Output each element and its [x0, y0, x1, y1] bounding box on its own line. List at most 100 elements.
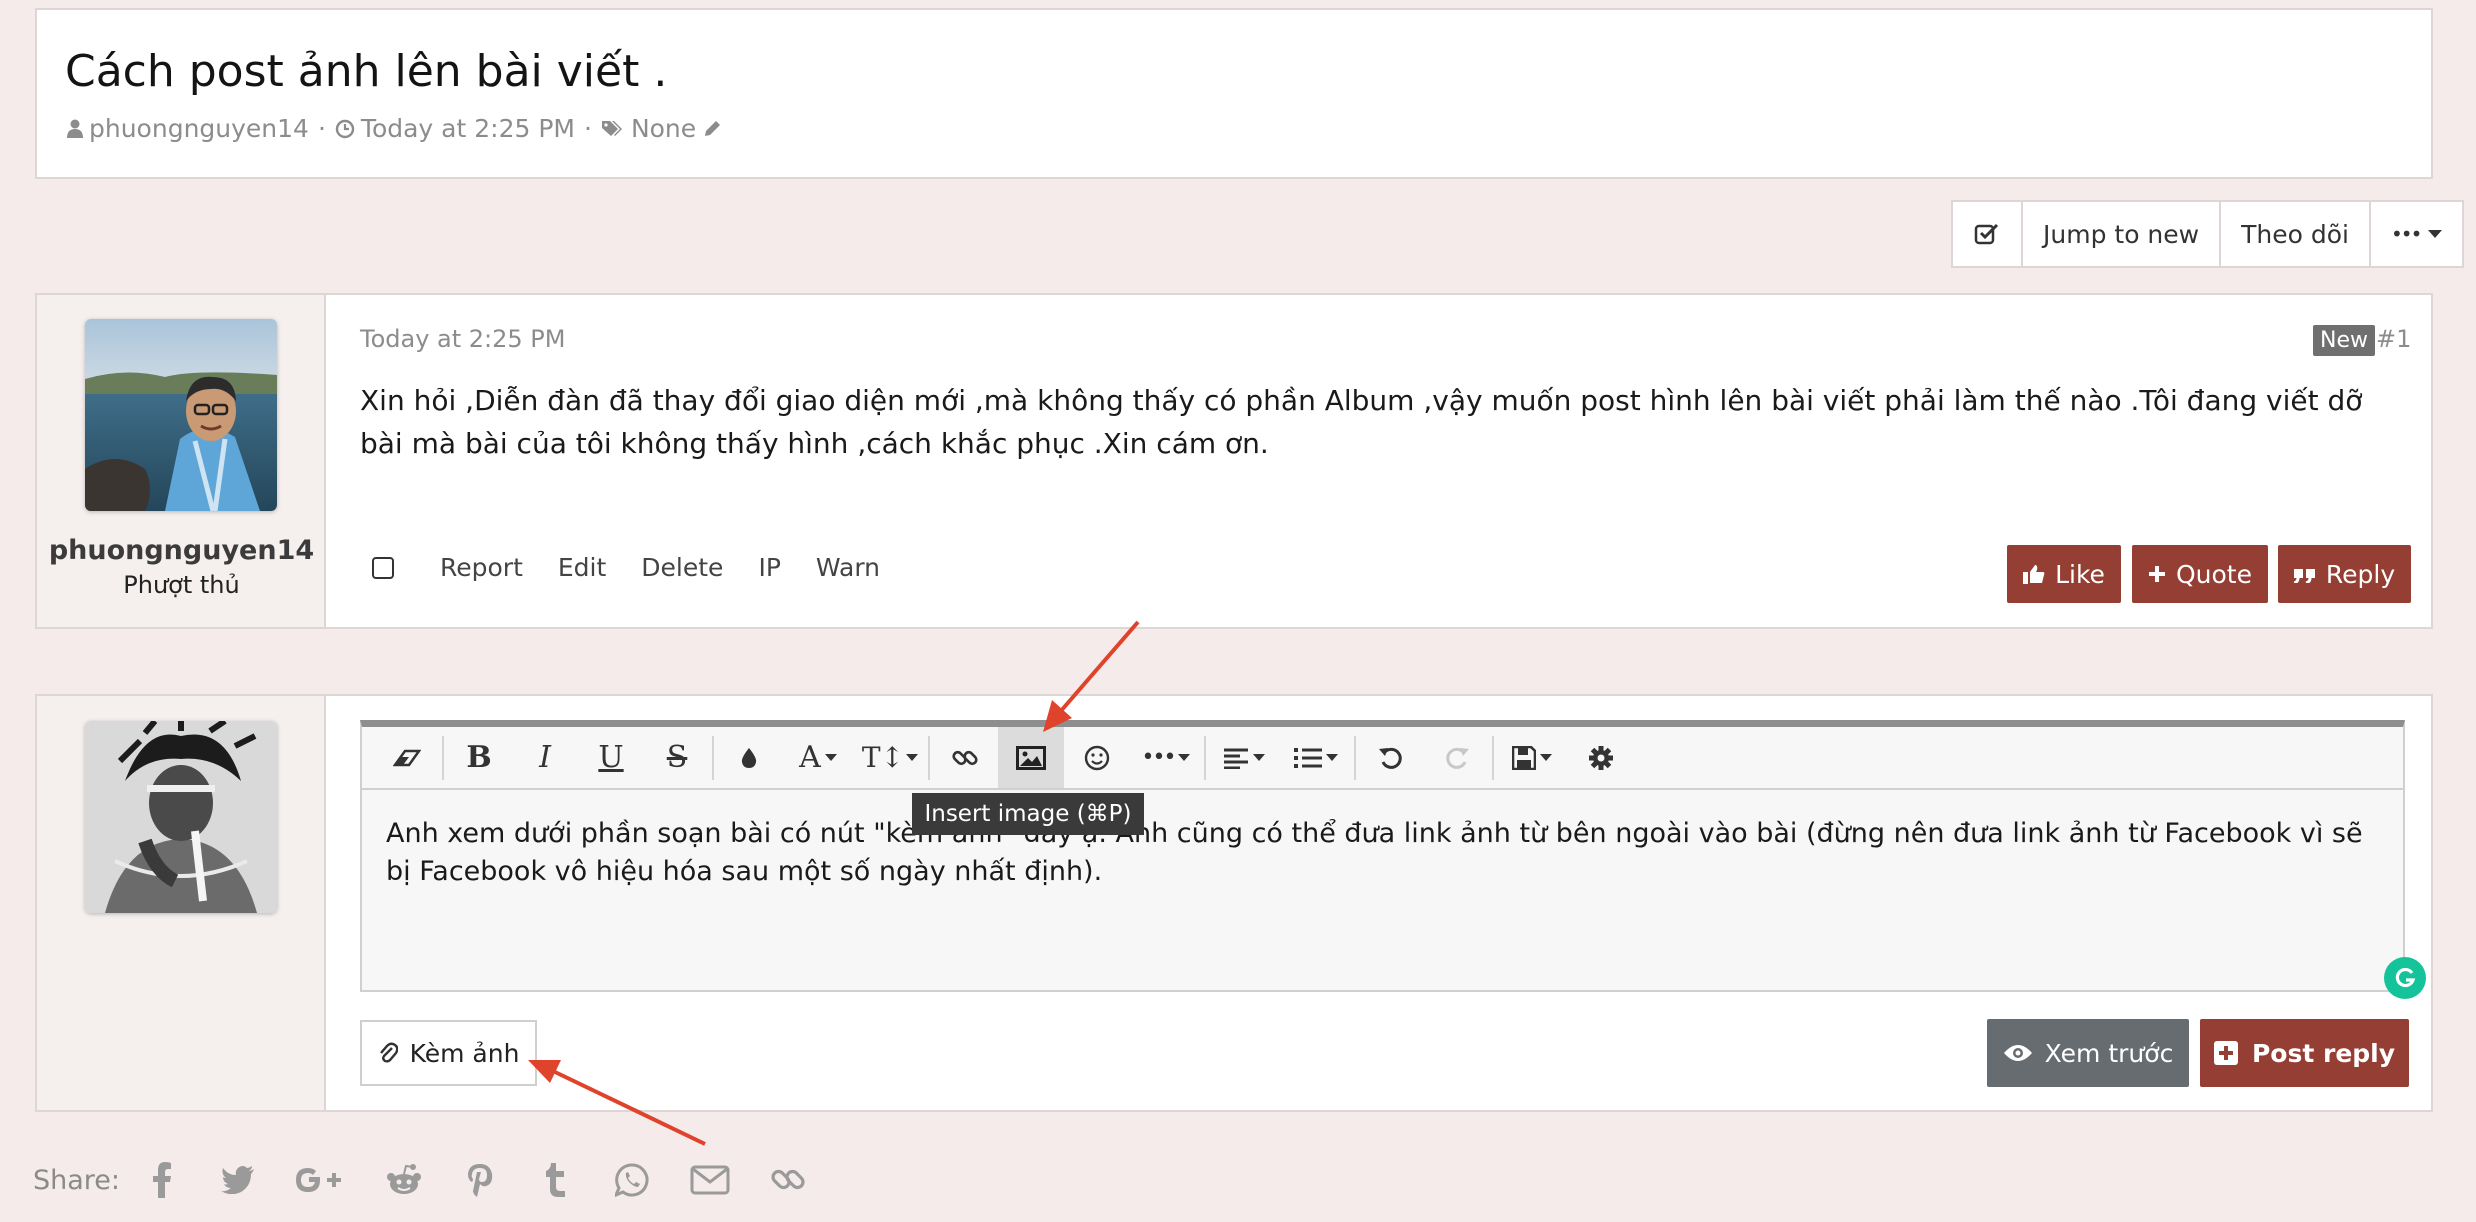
- quick-reply: B I U S A T↕ ••• Anh xem dưới phần soạn …: [35, 694, 2433, 1112]
- insert-link-button[interactable]: [932, 727, 998, 788]
- post-reply-button[interactable]: Post reply: [2200, 1019, 2409, 1087]
- thread-date: Today at 2:25 PM: [335, 114, 575, 143]
- mark-read-button[interactable]: [1953, 202, 2023, 266]
- insert-image-tooltip: Insert image (⌘P): [912, 793, 1144, 835]
- text-color-button[interactable]: [716, 727, 782, 788]
- quote-button[interactable]: Quote: [2132, 545, 2268, 603]
- like-button[interactable]: Like: [2007, 545, 2121, 603]
- underline-icon: U: [598, 740, 624, 775]
- user-title: Phượt thủ: [123, 571, 240, 599]
- gear-icon: [1589, 745, 1613, 770]
- insert-image-button[interactable]: [998, 727, 1064, 788]
- share-bar: Share:: [33, 1162, 846, 1198]
- toolbar-separator: [1492, 735, 1494, 780]
- caret-down-icon: [1178, 753, 1191, 761]
- align-dropdown[interactable]: [1208, 727, 1280, 788]
- reply-user-panel: [37, 696, 326, 1110]
- italic-button[interactable]: I: [512, 727, 578, 788]
- font-family-dropdown[interactable]: A: [782, 727, 854, 788]
- editor-toolbar: B I U S A T↕ •••: [362, 727, 2403, 790]
- plus-icon: [2148, 566, 2165, 582]
- remove-format-button[interactable]: [374, 727, 440, 788]
- whatsapp-icon[interactable]: [614, 1162, 650, 1198]
- more-options-button[interactable]: •••: [2371, 202, 2462, 266]
- insert-smilie-button[interactable]: [1064, 727, 1130, 788]
- username[interactable]: phuongnguyen14: [37, 535, 326, 566]
- thread-tags-text[interactable]: None: [631, 114, 696, 143]
- warn-link[interactable]: Warn: [816, 553, 880, 582]
- quote-icon: [2293, 569, 2315, 583]
- google-plus-icon[interactable]: [296, 1162, 346, 1198]
- toolbar-separator: [442, 735, 444, 780]
- tumblr-icon[interactable]: [538, 1162, 574, 1198]
- grammarly-icon[interactable]: [2384, 957, 2426, 999]
- facebook-icon[interactable]: [144, 1162, 180, 1198]
- caret-down-icon: [906, 753, 919, 761]
- insert-more-dropdown[interactable]: •••: [1130, 727, 1202, 788]
- caret-down-icon: [824, 753, 837, 761]
- post-user-panel: phuongnguyen14 Phượt thủ: [37, 295, 326, 627]
- image-icon: [1016, 745, 1046, 770]
- follow-button[interactable]: Theo dõi: [2221, 202, 2371, 266]
- font-icon: A: [799, 740, 821, 775]
- eye-icon: [2003, 1045, 2032, 1061]
- preview-button[interactable]: Xem trước: [1987, 1019, 2189, 1087]
- caret-down-icon: [1540, 753, 1552, 761]
- toolbar-separator: [712, 735, 714, 780]
- reddit-icon[interactable]: [386, 1162, 422, 1198]
- text-height-icon: T↕: [861, 741, 905, 774]
- drafts-dropdown[interactable]: [1496, 727, 1568, 788]
- thread-toolbar: Jump to new Theo dõi •••: [1951, 200, 2465, 268]
- pencil-icon[interactable]: [702, 119, 722, 139]
- share-label: Share:: [33, 1164, 121, 1196]
- redo-button[interactable]: [1424, 727, 1490, 788]
- align-left-icon: [1224, 748, 1248, 769]
- reply-button[interactable]: Reply: [2278, 545, 2411, 603]
- edit-link[interactable]: Edit: [558, 553, 606, 582]
- paperclip-icon: [379, 1042, 398, 1063]
- link-icon[interactable]: [770, 1162, 806, 1198]
- toolbar-separator: [1204, 735, 1206, 780]
- more-icon: •••: [1141, 745, 1177, 770]
- avatar[interactable]: [85, 319, 277, 511]
- post-message: phuongnguyen14 Phượt thủ Today at 2:25 P…: [35, 293, 2433, 629]
- pinterest-icon[interactable]: [462, 1162, 498, 1198]
- attach-files-button[interactable]: Kèm ảnh: [360, 1020, 537, 1086]
- check-square-icon: [1974, 223, 1999, 245]
- tags-icon: [601, 120, 622, 136]
- undo-button[interactable]: [1358, 727, 1424, 788]
- font-size-dropdown[interactable]: T↕: [854, 727, 926, 788]
- twitter-icon[interactable]: [220, 1162, 256, 1198]
- post-number[interactable]: #1: [2376, 325, 2411, 353]
- preview-label: Xem trước: [2044, 1038, 2174, 1068]
- attach-label: Kèm ảnh: [409, 1038, 520, 1068]
- editor-settings-button[interactable]: [1568, 727, 1634, 788]
- ip-link[interactable]: IP: [758, 553, 780, 582]
- delete-link[interactable]: Delete: [641, 553, 723, 582]
- more-dots: •••: [2390, 222, 2422, 246]
- list-dropdown[interactable]: [1280, 727, 1352, 788]
- thread-tags[interactable]: None: [601, 114, 722, 143]
- eraser-icon: [393, 749, 421, 766]
- thread-header: Cách post ảnh lên bài viết . phuongnguye…: [35, 8, 2433, 179]
- post-actions: Report Edit Delete IP Warn: [372, 553, 915, 582]
- page-title: Cách post ảnh lên bài viết .: [65, 46, 668, 97]
- save-icon: [1512, 745, 1536, 770]
- thread-author[interactable]: phuongnguyen14: [67, 114, 309, 143]
- quote-label: Quote: [2175, 559, 2252, 589]
- email-icon[interactable]: [690, 1162, 730, 1198]
- droplet-icon: [741, 747, 757, 768]
- select-post-checkbox[interactable]: [372, 556, 394, 579]
- post-date[interactable]: Today at 2:25 PM: [360, 325, 566, 353]
- avatar[interactable]: [85, 721, 277, 913]
- underline-button[interactable]: U: [578, 727, 644, 788]
- report-link[interactable]: Report: [440, 553, 523, 582]
- thread-author-name[interactable]: phuongnguyen14: [89, 114, 309, 143]
- post-body: Xin hỏi ,Diễn đàn đã thay đổi giao diện …: [360, 384, 2363, 460]
- caret-down-icon: [2428, 230, 2443, 238]
- jump-to-new-button[interactable]: Jump to new: [2023, 202, 2222, 266]
- bold-button[interactable]: B: [446, 727, 512, 788]
- caret-down-icon: [1253, 753, 1265, 761]
- editor-content[interactable]: Anh xem dưới phần soạn bài có nút "kèm ả…: [386, 815, 2376, 891]
- strikethrough-button[interactable]: S: [644, 727, 710, 788]
